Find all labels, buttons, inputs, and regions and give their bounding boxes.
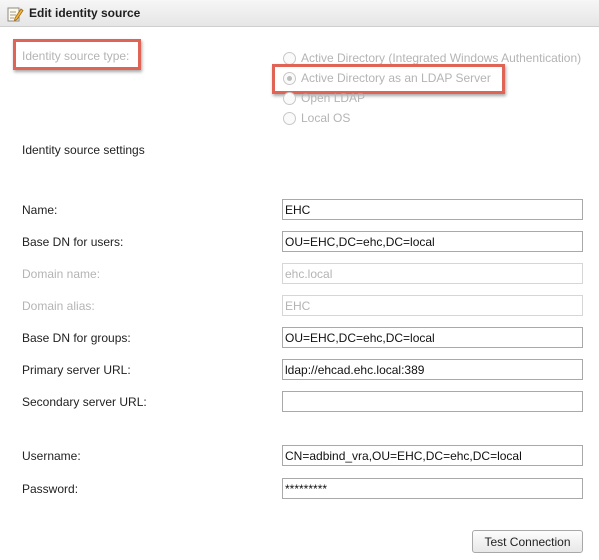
base-dn-groups-label: Base DN for groups: <box>22 331 131 345</box>
domain-name-input[interactable]: ehc.local <box>282 263 583 284</box>
base-dn-groups-input[interactable]: OU=EHC,DC=ehc,DC=local <box>282 327 583 348</box>
primary-server-url-label: Primary server URL: <box>22 363 131 377</box>
radio-label: Active Directory (Integrated Windows Aut… <box>301 51 582 65</box>
password-input[interactable]: ********* <box>282 478 583 499</box>
edit-document-icon <box>7 7 24 22</box>
section-title: Identity source settings <box>22 143 145 157</box>
radio-button[interactable] <box>283 51 296 65</box>
base-dn-users-input[interactable]: OU=EHC,DC=ehc,DC=local <box>282 231 583 252</box>
dialog-title-bar: Edit identity source <box>0 0 599 27</box>
radio-button[interactable] <box>283 91 296 105</box>
name-input[interactable]: EHC <box>282 199 583 220</box>
radio-label: Local OS <box>301 111 351 125</box>
radio-button[interactable] <box>283 111 296 125</box>
radio-open-ldap[interactable]: Open LDAP <box>283 90 365 106</box>
domain-alias-label: Domain alias: <box>22 299 95 313</box>
name-label: Name: <box>22 203 58 217</box>
username-label: Username: <box>22 449 81 463</box>
dialog-title: Edit identity source <box>29 6 141 20</box>
annotation-highlight-box <box>13 39 141 70</box>
domain-alias-input[interactable]: EHC <box>282 295 583 316</box>
radio-label: Open LDAP <box>301 91 366 105</box>
radio-local-os[interactable]: Local OS <box>283 110 350 126</box>
primary-server-url-input[interactable]: ldap://ehcad.ehc.local:389 <box>282 359 583 380</box>
password-label: Password: <box>22 482 79 496</box>
test-connection-button[interactable]: Test Connection <box>472 530 583 553</box>
base-dn-users-label: Base DN for users: <box>22 235 124 249</box>
secondary-server-url-label: Secondary server URL: <box>22 395 147 409</box>
username-input[interactable]: CN=adbind_vra,OU=EHC,DC=ehc,DC=local <box>282 445 583 466</box>
secondary-server-url-input[interactable] <box>282 391 583 412</box>
domain-name-label: Domain name: <box>22 267 101 281</box>
